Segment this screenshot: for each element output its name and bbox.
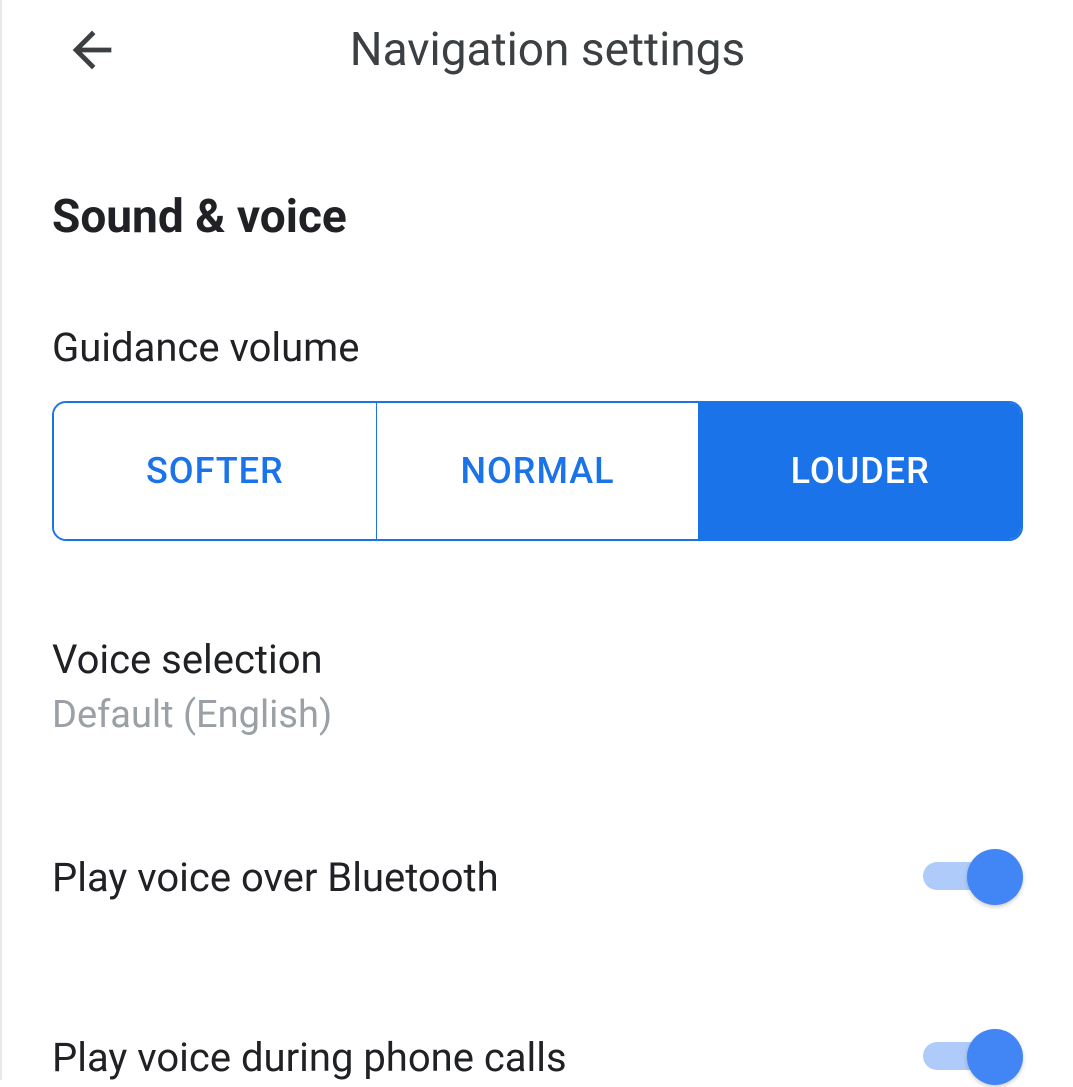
toggle-thumb [967,849,1023,905]
page-title: Navigation settings [122,23,1033,77]
volume-softer-button[interactable]: SOFTER [54,403,377,539]
back-button[interactable] [62,20,122,80]
toggle-thumb [967,1029,1023,1085]
volume-normal-button[interactable]: NORMAL [377,403,700,539]
phone-calls-toggle-label: Play voice during phone calls [52,1034,567,1081]
voice-selection-row[interactable]: Voice selection Default (English) [52,636,1023,737]
guidance-volume-control: SOFTER NORMAL LOUDER [52,401,1023,541]
content: Sound & voice Guidance volume SOFTER NOR… [2,100,1073,1087]
guidance-volume-label: Guidance volume [52,324,1023,371]
volume-louder-button[interactable]: LOUDER [699,403,1021,539]
section-title: Sound & voice [52,190,1023,244]
bluetooth-toggle-label: Play voice over Bluetooth [52,854,499,901]
voice-selection-subtitle: Default (English) [52,693,1023,737]
bluetooth-toggle-switch[interactable] [923,847,1023,907]
header: Navigation settings [2,0,1073,100]
phone-calls-toggle-switch[interactable] [923,1027,1023,1087]
voice-selection-title: Voice selection [52,636,1023,683]
bluetooth-toggle-row: Play voice over Bluetooth [52,847,1023,907]
phone-calls-toggle-row: Play voice during phone calls [52,1027,1023,1087]
back-arrow-icon [63,21,121,79]
